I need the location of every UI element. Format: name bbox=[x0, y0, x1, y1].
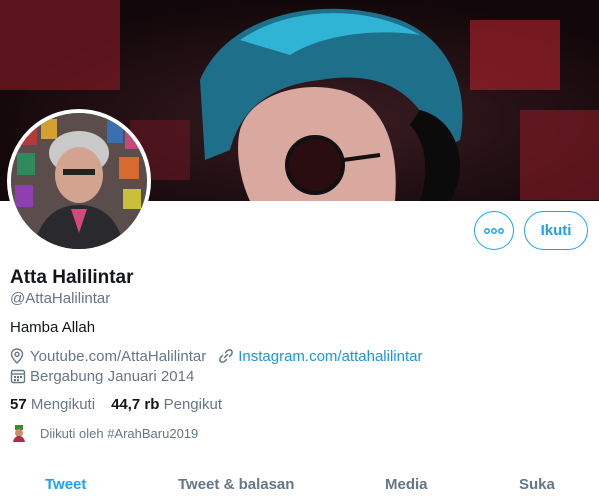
followers-label: Pengikut bbox=[163, 396, 222, 413]
follow-button[interactable]: Ikuti bbox=[524, 211, 588, 250]
youtube-link[interactable]: Youtube.com/AttaHalilintar bbox=[30, 348, 206, 365]
following-label: Mengikuti bbox=[30, 396, 96, 413]
profile-bio: Hamba Allah bbox=[10, 319, 96, 336]
profile-handle: @AttaHalilintar bbox=[10, 290, 111, 307]
calendar-icon bbox=[10, 367, 30, 385]
tab-tweet[interactable]: Tweet bbox=[45, 476, 86, 493]
following-stat[interactable]: 57 Mengikuti bbox=[10, 396, 95, 413]
location-pin-icon bbox=[10, 347, 30, 365]
more-options-button[interactable] bbox=[474, 211, 514, 250]
tab-media[interactable]: Media bbox=[385, 476, 428, 493]
followed-by-text: Diikuti oleh #ArahBaru2019 bbox=[40, 425, 199, 441]
followed-by-row[interactable]: Diikuti oleh #ArahBaru2019 bbox=[10, 424, 198, 442]
profile-links-row: Youtube.com/AttaHalilintar Instagram.com… bbox=[10, 347, 422, 365]
profile-stats: 57 Mengikuti 44,7 rb Pengikut bbox=[10, 396, 222, 413]
more-dots-icon bbox=[484, 227, 504, 234]
profile-tabs: Tweet Tweet & balasan Media Suka bbox=[0, 466, 599, 504]
tab-tweet-replies[interactable]: Tweet & balasan bbox=[178, 476, 294, 493]
following-count: 57 bbox=[10, 396, 27, 413]
profile-joined-row: Bergabung Januari 2014 bbox=[10, 367, 194, 385]
instagram-link[interactable]: Instagram.com/attahalilintar bbox=[238, 348, 422, 365]
tab-likes[interactable]: Suka bbox=[519, 476, 555, 493]
followers-stat[interactable]: 44,7 rb Pengikut bbox=[111, 396, 222, 413]
follower-avatar bbox=[10, 424, 28, 442]
avatar-image bbox=[11, 113, 147, 249]
follow-button-label: Ikuti bbox=[540, 222, 572, 239]
followers-count: 44,7 rb bbox=[111, 396, 160, 413]
profile-avatar[interactable] bbox=[7, 109, 151, 253]
profile-name: Atta Halilintar bbox=[10, 267, 134, 288]
joined-date: Bergabung Januari 2014 bbox=[30, 367, 195, 385]
link-icon bbox=[218, 347, 238, 365]
